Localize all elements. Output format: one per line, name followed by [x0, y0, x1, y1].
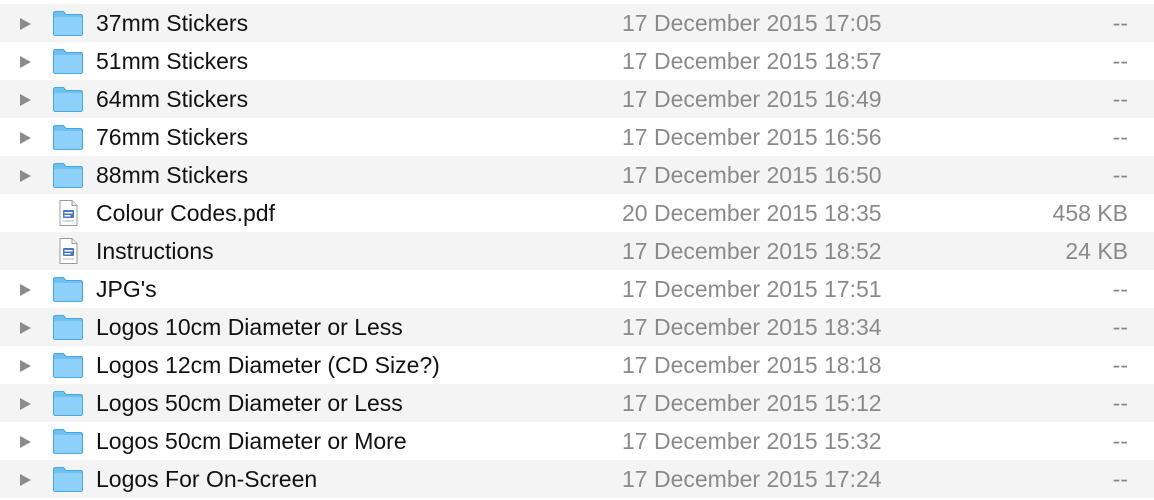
- disclosure-triangle-icon[interactable]: [18, 131, 32, 145]
- file-size: 458 KB: [1052, 200, 1128, 226]
- folder-icon: [52, 46, 84, 76]
- date-modified: 17 December 2015 16:56: [622, 124, 882, 150]
- disclosure-triangle-icon[interactable]: [18, 169, 32, 183]
- file-name: Colour Codes.pdf: [96, 200, 275, 226]
- file-name: Logos 50cm Diameter or More: [96, 428, 407, 454]
- file-name: 37mm Stickers: [96, 10, 249, 36]
- disclosure-triangle-icon[interactable]: [18, 435, 32, 449]
- date-modified: 17 December 2015 18:52: [622, 238, 882, 264]
- folder-icon: [52, 84, 84, 114]
- document-icon: [52, 236, 84, 266]
- disclosure-triangle-icon[interactable]: [18, 473, 32, 487]
- disclosure-triangle-icon[interactable]: [18, 17, 32, 31]
- file-size: --: [1112, 48, 1128, 74]
- date-modified: 17 December 2015 18:18: [622, 352, 882, 378]
- folder-icon: [52, 464, 84, 494]
- file-size: --: [1112, 314, 1128, 340]
- file-name: JPG's: [96, 276, 157, 302]
- list-row[interactable]: Logos For On-Screen 17 December 2015 17:…: [0, 460, 1154, 498]
- list-row[interactable]: JPG's 17 December 2015 17:51 --: [0, 270, 1154, 308]
- document-icon: [52, 198, 84, 228]
- file-name: Logos For On-Screen: [96, 466, 318, 492]
- date-modified: 17 December 2015 18:57: [622, 48, 882, 74]
- file-name: 88mm Stickers: [96, 162, 249, 188]
- list-row[interactable]: 88mm Stickers 17 December 2015 16:50 --: [0, 156, 1154, 194]
- date-modified: 17 December 2015 17:51: [622, 276, 882, 302]
- list-row[interactable]: 64mm Stickers 17 December 2015 16:49 --: [0, 80, 1154, 118]
- date-modified: 17 December 2015 15:32: [622, 428, 882, 454]
- list-row[interactable]: Logos 50cm Diameter or Less 17 December …: [0, 384, 1154, 422]
- file-size: --: [1112, 428, 1128, 454]
- date-modified: 17 December 2015 15:12: [622, 390, 882, 416]
- file-size: --: [1112, 162, 1128, 188]
- file-size: --: [1112, 10, 1128, 36]
- folder-icon: [52, 122, 84, 152]
- folder-icon: [52, 312, 84, 342]
- file-size: 24 KB: [1065, 238, 1128, 264]
- file-name: 51mm Stickers: [96, 48, 249, 74]
- file-size: --: [1112, 86, 1128, 112]
- folder-icon: [52, 388, 84, 418]
- file-size: --: [1112, 124, 1128, 150]
- list-row[interactable]: Logos 12cm Diameter (CD Size?) 17 Decemb…: [0, 346, 1154, 384]
- file-size: --: [1112, 352, 1128, 378]
- date-modified: 17 December 2015 16:49: [622, 86, 882, 112]
- finder-file-list: 37mm Stickers 17 December 2015 17:05 -- …: [0, 0, 1154, 500]
- list-row[interactable]: 51mm Stickers 17 December 2015 18:57 --: [0, 42, 1154, 80]
- disclosure-triangle-icon[interactable]: [18, 321, 32, 335]
- disclosure-triangle-icon[interactable]: [18, 93, 32, 107]
- disclosure-triangle-icon[interactable]: [18, 283, 32, 297]
- list-row[interactable]: Colour Codes.pdf 20 December 2015 18:35 …: [0, 194, 1154, 232]
- file-name: Logos 10cm Diameter or Less: [96, 314, 403, 340]
- date-modified: 17 December 2015 16:50: [622, 162, 882, 188]
- file-name: Instructions: [96, 238, 214, 264]
- date-modified: 17 December 2015 17:05: [622, 10, 882, 36]
- file-size: --: [1112, 390, 1128, 416]
- file-name: Logos 50cm Diameter or Less: [96, 390, 403, 416]
- folder-icon: [52, 350, 84, 380]
- file-size: --: [1112, 276, 1128, 302]
- folder-icon: [52, 8, 84, 38]
- list-row[interactable]: Logos 50cm Diameter or More 17 December …: [0, 422, 1154, 460]
- file-name: Logos 12cm Diameter (CD Size?): [96, 352, 440, 378]
- list-row[interactable]: 37mm Stickers 17 December 2015 17:05 --: [0, 4, 1154, 42]
- date-modified: 20 December 2015 18:35: [622, 200, 882, 226]
- folder-icon: [52, 274, 84, 304]
- list-row[interactable]: Logos 10cm Diameter or Less 17 December …: [0, 308, 1154, 346]
- folder-icon: [52, 160, 84, 190]
- folder-icon: [52, 426, 84, 456]
- disclosure-triangle-icon[interactable]: [18, 55, 32, 69]
- file-name: 76mm Stickers: [96, 124, 249, 150]
- disclosure-triangle-icon[interactable]: [18, 359, 32, 373]
- date-modified: 17 December 2015 18:34: [622, 314, 882, 340]
- file-name: 64mm Stickers: [96, 86, 249, 112]
- list-row[interactable]: Instructions 17 December 2015 18:52 24 K…: [0, 232, 1154, 270]
- date-modified: 17 December 2015 17:24: [622, 466, 882, 492]
- file-size: --: [1112, 466, 1128, 492]
- disclosure-triangle-icon[interactable]: [18, 397, 32, 411]
- list-row[interactable]: 76mm Stickers 17 December 2015 16:56 --: [0, 118, 1154, 156]
